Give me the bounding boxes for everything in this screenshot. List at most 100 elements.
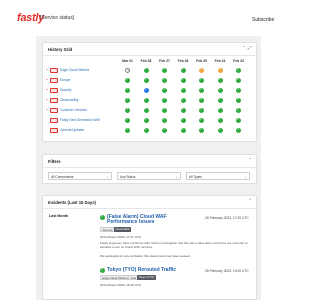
tag-badge: Edge Cloud Platform (100, 275, 131, 280)
status-ok-icon[interactable] (143, 77, 149, 83)
status-ok-icon[interactable] (162, 107, 167, 113)
date-column-header: Feb 25 (196, 59, 207, 63)
status-info-icon[interactable] (143, 87, 149, 93)
status-ok-icon[interactable] (236, 67, 241, 73)
resolved-check-icon (100, 267, 105, 273)
status-ok-icon[interactable] (143, 97, 149, 103)
status-ok-icon[interactable] (125, 107, 130, 113)
expand-icon[interactable]: ⤢ (248, 45, 252, 51)
status-ok-icon[interactable] (180, 77, 186, 83)
history-grid-panel: History Grid ⌃ ⤢ Mar 01 Feb 28 Feb 27 Feb 2… (42, 42, 257, 142)
status-ok-icon[interactable] (162, 77, 167, 83)
status-ok-icon[interactable] (125, 117, 130, 123)
status-ok-icon[interactable] (199, 97, 204, 103)
status-ok-icon[interactable] (199, 107, 204, 113)
expand-plus-icon[interactable]: + (46, 88, 48, 92)
incident-title[interactable]: Tokyo (TYO) Rerouted Traffic (107, 267, 176, 274)
period-label: Last Month (49, 214, 69, 218)
service-name-link[interactable]: Europe (60, 78, 70, 82)
status-select-value: Any Status (120, 175, 136, 179)
service-row: General Updates (43, 126, 256, 135)
status-ok-icon[interactable] (143, 117, 149, 123)
collapse-icon[interactable]: ⌃ (242, 45, 246, 51)
service-name-link[interactable]: General Updates (60, 128, 84, 132)
status-ok-icon[interactable] (162, 67, 167, 73)
status-ok-icon[interactable] (217, 107, 223, 113)
expand-plus-icon[interactable]: + (46, 98, 48, 102)
tag-badge: Cloud WAF (114, 227, 132, 232)
date-column-header: Feb 27 (159, 59, 170, 63)
components-select[interactable]: All Components ⌄ (48, 172, 112, 180)
service-row: + Security (43, 86, 256, 95)
status-ok-icon[interactable] (217, 87, 223, 93)
status-ok-icon[interactable] (162, 97, 167, 103)
page-title: [Service status] (40, 15, 75, 21)
incident-apology: We apologize for any confusion this stat… (100, 254, 191, 258)
service-row: + Edge Cloud Network (43, 66, 256, 75)
incident-update-time: 26 February 2023, 17:27 UTC (100, 235, 142, 239)
status-ok-icon[interactable] (217, 97, 223, 103)
top-bar: fastly [Service status] Subscribe (0, 0, 290, 36)
service-name-link[interactable]: Security (60, 88, 72, 92)
status-maint-icon[interactable] (125, 67, 130, 73)
type-select[interactable]: All Types ⌄ (186, 172, 250, 180)
subscribe-button[interactable]: Subscribe (252, 17, 274, 23)
status-ok-icon[interactable] (143, 127, 149, 133)
status-ok-icon[interactable] (236, 87, 241, 93)
service-name-link[interactable]: Edge Cloud Network (60, 68, 89, 72)
date-column-header: Feb 28 (140, 59, 152, 63)
resolved-check-icon (100, 214, 105, 220)
service-icon (50, 67, 58, 73)
date-column-header: Feb 23 (233, 59, 244, 63)
status-ok-icon[interactable] (125, 97, 130, 103)
service-icon (50, 97, 58, 103)
date-column-header: Feb 26 (177, 59, 189, 63)
status-ok-icon[interactable] (217, 117, 223, 123)
service-icon (50, 107, 58, 113)
service-name-link[interactable]: Fastly Next Generation WAF (60, 118, 100, 122)
status-ok-icon[interactable] (236, 117, 241, 123)
status-ok-icon[interactable] (236, 127, 241, 133)
status-ok-icon[interactable] (217, 77, 223, 83)
status-ok-icon[interactable] (180, 107, 186, 113)
status-ok-icon[interactable] (125, 77, 130, 83)
service-name-link[interactable]: Observability (60, 98, 78, 102)
status-ok-icon[interactable] (199, 117, 204, 123)
status-ok-icon[interactable] (236, 97, 241, 103)
service-row: + Europe (43, 76, 256, 85)
status-select[interactable]: Any Status ⌄ (117, 172, 181, 180)
status-ok-icon[interactable] (162, 117, 167, 123)
status-ok-icon[interactable] (199, 77, 204, 83)
filters-header: Filters ⌃ (43, 155, 256, 168)
service-icon (50, 87, 58, 93)
status-ok-icon[interactable] (143, 67, 149, 73)
status-ok-icon[interactable] (125, 87, 130, 93)
expand-plus-icon[interactable]: + (46, 68, 48, 72)
components-select-value: All Components (51, 175, 74, 179)
status-ok-icon[interactable] (236, 107, 241, 113)
tag-badge: Tokyo (TYO) (137, 275, 156, 280)
status-ok-icon[interactable] (125, 127, 130, 133)
status-ok-icon[interactable] (180, 117, 186, 123)
expand-plus-icon[interactable]: + (46, 108, 48, 112)
status-ok-icon[interactable] (180, 67, 186, 73)
status-ok-icon[interactable] (199, 87, 204, 93)
incident-title-continued[interactable]: Performance Issues (107, 219, 155, 226)
status-ok-icon[interactable] (143, 107, 149, 113)
status-warn-icon[interactable] (217, 67, 223, 73)
collapse-icon[interactable]: ⌃ (248, 157, 252, 163)
chevron-down-icon: ⌄ (175, 174, 178, 179)
status-ok-icon[interactable] (180, 127, 186, 133)
collapse-icon[interactable]: ⌃ (248, 198, 252, 204)
status-ok-icon[interactable] (180, 97, 186, 103)
status-ok-icon[interactable] (217, 127, 223, 133)
status-ok-icon[interactable] (162, 127, 167, 133)
expand-plus-icon[interactable]: + (46, 78, 48, 82)
status-warn-icon[interactable] (199, 67, 204, 73)
service-row: + Customer Services (43, 106, 256, 115)
status-ok-icon[interactable] (199, 127, 204, 133)
status-ok-icon[interactable] (162, 87, 167, 93)
status-ok-icon[interactable] (180, 87, 186, 93)
status-ok-icon[interactable] (236, 77, 241, 83)
service-name-link[interactable]: Customer Services (60, 108, 87, 112)
